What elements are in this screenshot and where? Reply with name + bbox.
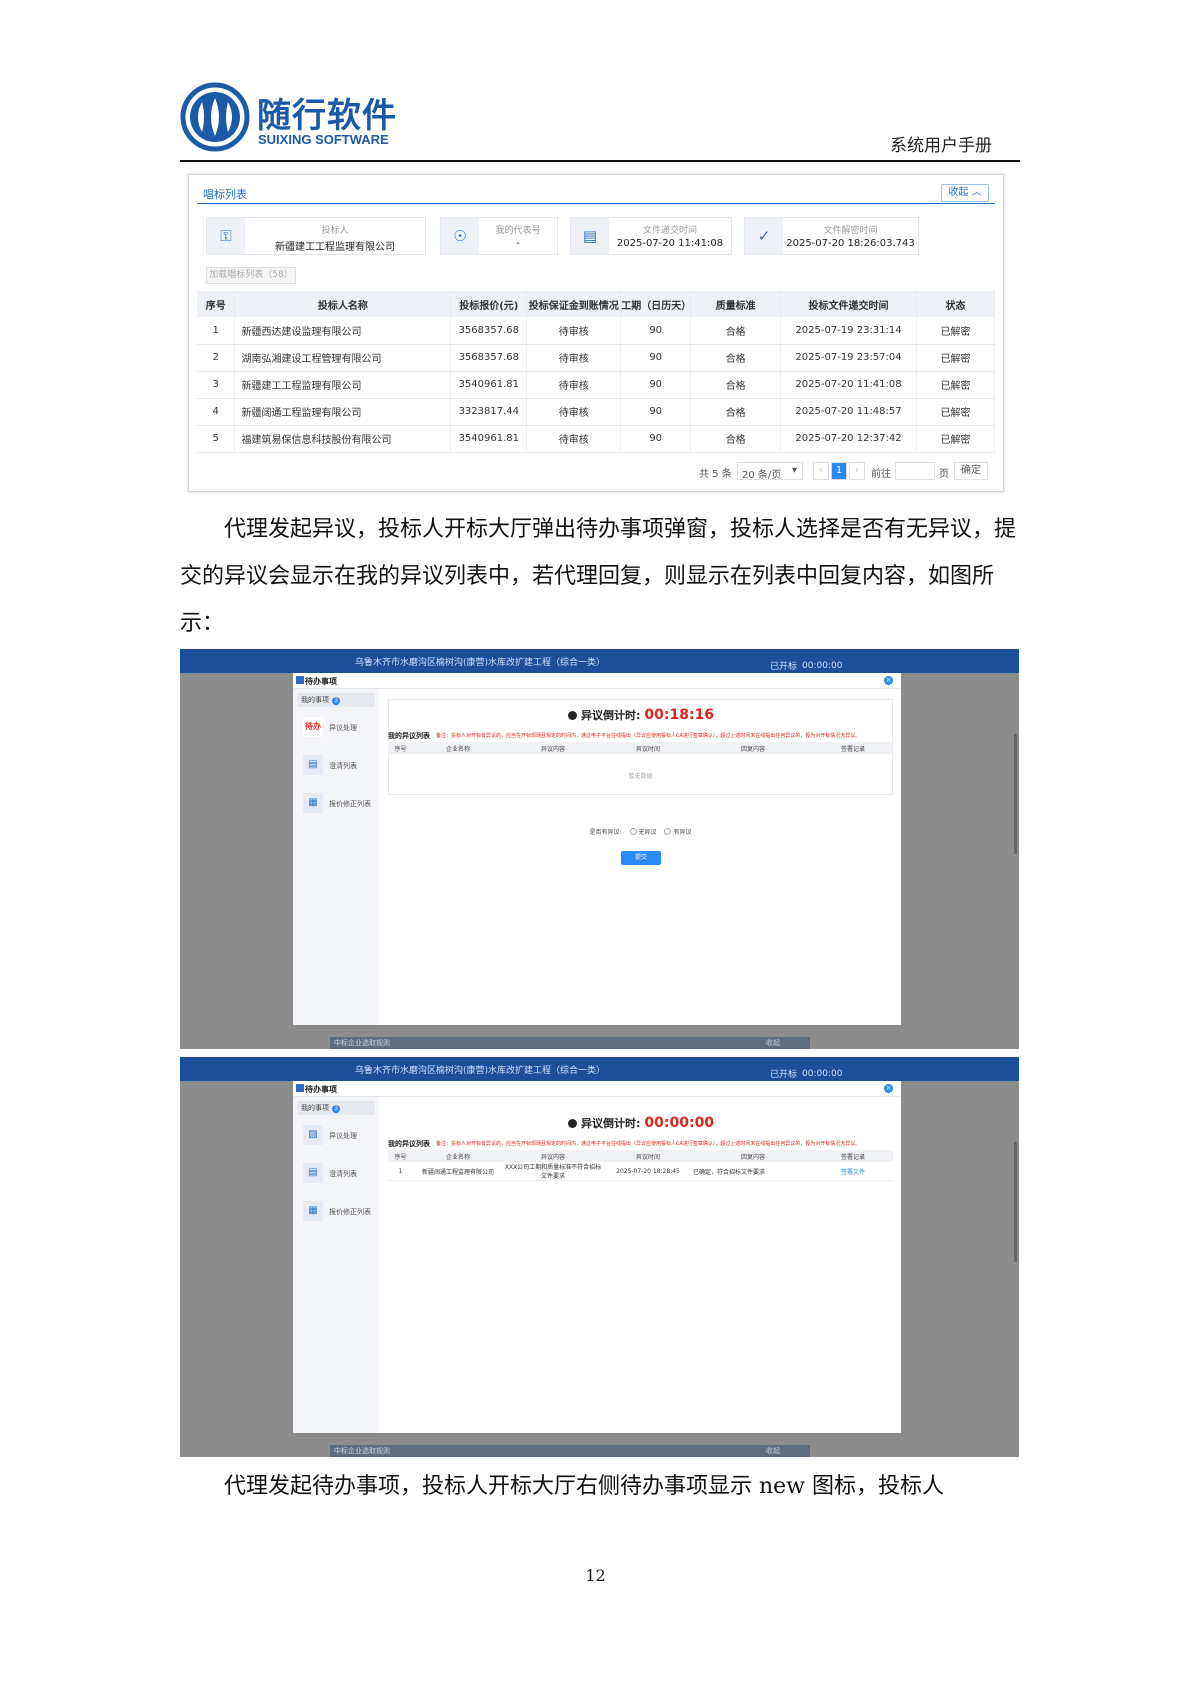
submit-time-card: ▤ 文件递交时间 2025-07-20 11:41:08	[570, 217, 732, 255]
clock-icon	[568, 1119, 577, 1128]
table-row: 5 福建筑易保信息科技股份有限公司 3540961.81 待审核 90 合格 2025-07…	[197, 425, 995, 453]
body-paragraph: 代理发起异议，投标人开标大厅弹出待办事项弹窗，投标人选择是否有无异议，提交的异议…	[180, 517, 1017, 636]
collapse-button[interactable]: 收起 ︿	[941, 184, 989, 202]
goto-page-input[interactable]	[895, 462, 935, 480]
sidebar-item-objection[interactable]: 待办 异议处理	[303, 717, 379, 737]
table-header-row: 序号 投标人名称 投标报价(元) 投标保证金到账情况 工期（日历天） 质量标准 …	[197, 291, 995, 317]
load-bid-list-button[interactable]: 加载唱标列表（58）	[206, 267, 296, 284]
hall-topbar: 乌鲁木齐市水磨沟区榆树沟(康营)水库改扩建工程（综合一类） 已开标 00:00:…	[180, 1057, 1019, 1081]
confirm-page-button[interactable]: 确定	[954, 462, 988, 480]
bidder-card: ⚿ 投标人 新疆建工工程监理有限公司	[206, 217, 426, 255]
objection-note: 备注：投标人对开标有异议的，应当在开标现场且规定的时间内，通过电子平台在线提出（…	[436, 733, 861, 739]
pagination: 共 5 条 20 条/页 ▾ ‹ 1 › 前往 页 确定	[699, 462, 989, 481]
sidebar-item-price-correction[interactable]: ▦ 报价修正列表	[303, 1201, 379, 1221]
suixing-logo-icon	[180, 82, 250, 152]
price-correction-icon: ▦	[303, 793, 323, 813]
my-items-tab[interactable]: 我的事项 3	[297, 1101, 375, 1115]
my-items-tab[interactable]: 我的事项 3	[297, 693, 375, 707]
objection-list-title: 我的异议列表	[388, 1140, 430, 1148]
bid-table: 序号 投标人名称 投标报价(元) 投标保证金到账情况 工期（日历天） 质量标准 …	[197, 291, 995, 453]
table-row: 1 新疆西达建设监理有限公司 3568357.68 待审核 90 合格 2025-07-19…	[197, 317, 995, 345]
check-circle-icon: ✓	[745, 218, 783, 254]
objection-icon: ▧	[303, 1125, 323, 1145]
todo-modal-screenshot-empty: 乌鲁木齐市水磨沟区榆树沟(康营)水库改扩建工程（综合一类） 已开标 00:00:…	[180, 649, 1019, 1049]
todo-modal: 待办事项 × 我的事项 3 ▧ 异议处理 ▤ 澄清列表 ▦ 报价修正列表 异议倒计…	[293, 1081, 901, 1433]
price-correction-icon: ▦	[303, 1201, 323, 1221]
bottom-panel-bar: 中标企业选取规则 收起	[330, 1037, 810, 1049]
signed-file-link[interactable]: 签署文件	[813, 1162, 893, 1181]
sidebar-item-objection[interactable]: ▧ 异议处理	[303, 1125, 379, 1145]
close-icon[interactable]: ×	[884, 1084, 893, 1093]
bid-list-screenshot: 唱标列表 收起 ︿ ⚿ 投标人 新疆建工工程监理有限公司 ☉ 我的代表号 - ▤…	[188, 174, 1004, 492]
prev-page-button[interactable]: ‹	[813, 462, 829, 480]
scrollbar[interactable]	[1014, 734, 1017, 854]
table-row: 2 湖南弘湘建设工程管理有限公司 3568357.68 待审核 90 合格 2025-07-…	[197, 344, 995, 372]
objection-table: 序号 企业名称 异议内容 异议时间 回复内容 签署记录	[388, 742, 893, 754]
modal-sidebar: 我的事项 3 待办 异议处理 ▤ 澄清列表 ▦ 报价修正列表	[293, 689, 379, 1025]
next-page-button[interactable]: ›	[849, 462, 865, 480]
todo-badge-icon: 待办	[303, 717, 323, 737]
radio-has-objection[interactable]	[664, 828, 672, 835]
page-unit-label: 页	[939, 469, 949, 480]
objection-table: 序号 企业名称 异议内容 异议时间 回复内容 签署记录 1 新疆阔通工程监理有限公司 XX…	[388, 1150, 893, 1181]
body-paragraph: 代理发起待办事项，投标人开标大厅右侧待办事项显示 new 图标，投标人	[224, 1474, 945, 1499]
radio-no-objection[interactable]	[629, 828, 637, 835]
table-row: 4 新疆阔通工程监理有限公司 3323817.44 待审核 90 合格 2025-07-20…	[197, 398, 995, 426]
page-size-select[interactable]: 20 条/页 ▾	[737, 462, 803, 481]
bottom-panel-bar: 中标企业选取规则 收起	[330, 1445, 810, 1457]
objection-choice: 是否有异议: 无异议 有异议	[589, 828, 692, 836]
sidebar-item-clarify[interactable]: ▤ 澄清列表	[303, 1163, 379, 1183]
modal-title: 待办事项	[305, 677, 337, 686]
document-header: 随行软件 SUIXING SOFTWARE 系统用户手册	[180, 80, 1020, 162]
document-icon: ▤	[571, 218, 609, 254]
table-row: 1 新疆阔通工程监理有限公司 XXX公司工期和质量标准不符合招标文件要求 202…	[388, 1162, 893, 1181]
page-number: 12	[585, 1566, 606, 1585]
sidebar-item-price-correction[interactable]: ▦ 报价修正列表	[303, 793, 379, 813]
goto-label: 前往	[871, 469, 891, 480]
scrollbar[interactable]	[1014, 1142, 1017, 1262]
table-header-row: 序号 企业名称 异议内容 异议时间 回复内容 签署记录	[388, 1150, 893, 1162]
clock-icon	[568, 711, 577, 720]
page-button-current[interactable]: 1	[831, 462, 847, 480]
agent-code-card: ☉ 我的代表号 -	[440, 217, 558, 255]
todo-modal-screenshot-replied: 乌鲁木齐市水磨沟区榆树沟(康营)水库改扩建工程（综合一类） 已开标 00:00:…	[180, 1057, 1019, 1457]
close-icon[interactable]: ×	[884, 676, 893, 685]
table-row: 3 新疆建工工程监理有限公司 3540961.81 待审核 90 合格 2025-07-20…	[197, 371, 995, 399]
title-divider	[197, 203, 995, 204]
clarify-list-icon: ▤	[303, 1163, 323, 1183]
id-badge-icon: ☉	[441, 218, 479, 254]
hall-topbar: 乌鲁木齐市水磨沟区榆树沟(康营)水库改扩建工程（综合一类） 已开标 00:00:…	[180, 649, 1019, 673]
objection-note: 备注：投标人对开标有异议的，应当在开标现场且规定的时间内，通过电子平台在线提出（…	[436, 1141, 861, 1147]
objection-list-title: 我的异议列表	[388, 732, 430, 740]
modal-sidebar: 我的事项 3 ▧ 异议处理 ▤ 澄清列表 ▦ 报价修正列表	[293, 1097, 379, 1433]
todo-icon	[296, 1084, 304, 1092]
chevron-down-icon: ▾	[792, 465, 798, 476]
document-title: 系统用户手册	[890, 136, 992, 156]
todo-icon	[296, 676, 304, 684]
todo-modal: 待办事项 × 我的事项 3 待办 异议处理 ▤ 澄清列表 ▦ 报价修正列表 异议倒…	[293, 673, 901, 1025]
countdown: 异议倒计时: 00:00:00	[568, 1115, 714, 1131]
clarify-list-icon: ▤	[303, 755, 323, 775]
sidebar-item-clarify[interactable]: ▤ 澄清列表	[303, 755, 379, 775]
pagination-total: 共 5 条	[699, 469, 732, 480]
no-data-text: 暂无数据	[628, 773, 653, 780]
bid-list-title: 唱标列表	[203, 188, 247, 201]
decrypt-time-card: ✓ 文件解密时间 2025-07-20 18:26:03.743	[744, 217, 919, 255]
lock-user-icon: ⚿	[207, 218, 245, 254]
countdown: 异议倒计时: 00:18:16	[568, 707, 714, 723]
modal-title: 待办事项	[305, 1085, 337, 1094]
logo-english-name: SUIXING SOFTWARE	[258, 132, 389, 147]
logo-chinese-name: 随行软件	[257, 96, 397, 136]
table-header-row: 序号 企业名称 异议内容 异议时间 回复内容 签署记录	[388, 742, 893, 754]
submit-button[interactable]: 提交	[621, 851, 661, 865]
chevron-up-icon: ︿	[971, 187, 982, 198]
